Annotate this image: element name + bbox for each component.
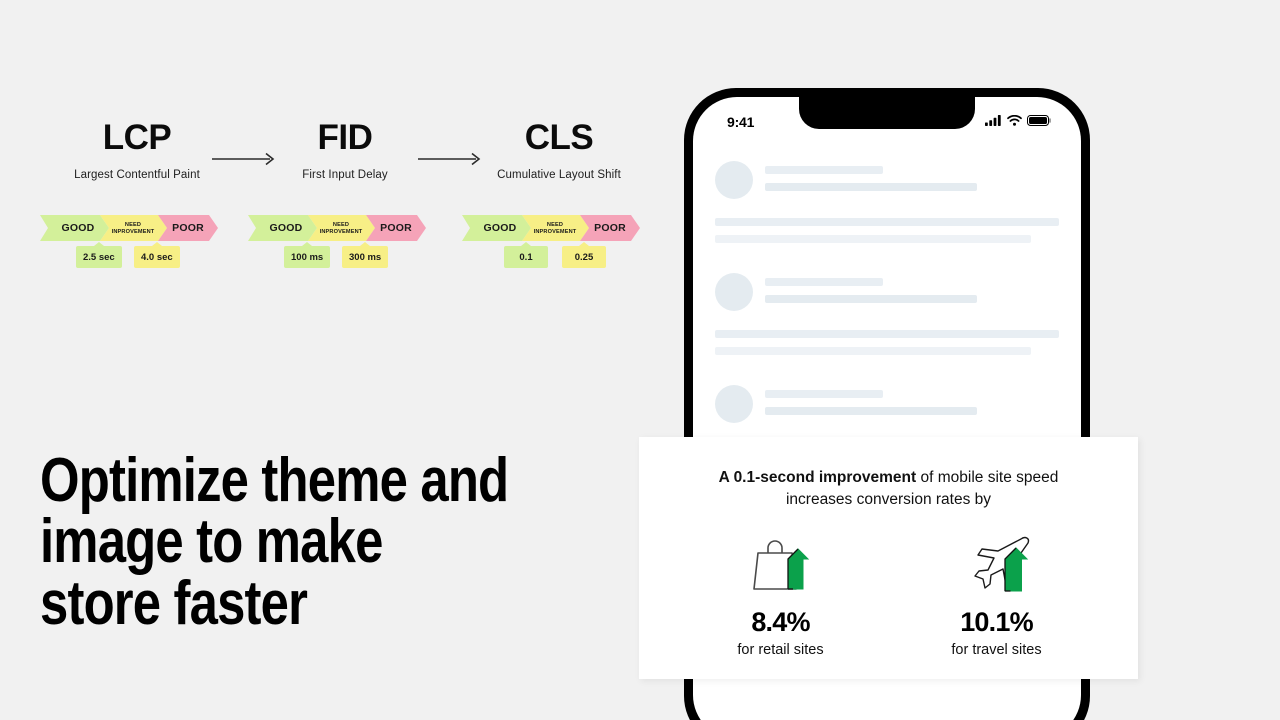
slide-canvas: LCP Largest Contentful Paint FID First I… bbox=[0, 0, 1280, 720]
skeleton-line bbox=[765, 390, 883, 398]
cellular-signal-icon bbox=[985, 113, 1002, 131]
threshold-scale-lcp: GOOD NEED INPROVEMENT POOR 2.5 sec 4.0 s… bbox=[40, 215, 218, 268]
segment-need-improvement bbox=[100, 215, 167, 241]
metric-lcp: LCP Largest Contentful Paint bbox=[37, 120, 237, 183]
airplane-up-arrow-icon bbox=[922, 533, 1072, 595]
skeleton-line bbox=[715, 235, 1032, 243]
battery-icon bbox=[1027, 113, 1051, 131]
metric-name: First Input Delay bbox=[302, 169, 388, 181]
metric-abbr: CLS bbox=[524, 118, 594, 157]
skeleton-head-lines bbox=[765, 273, 1059, 312]
phone-status-bar: 9:41 bbox=[693, 97, 1081, 141]
skeleton-line bbox=[765, 278, 883, 286]
segment-need-improvement bbox=[522, 215, 589, 241]
skeleton-post bbox=[715, 149, 1059, 243]
threshold-scale-fid: GOOD NEED INPROVEMENT POOR 100 ms 300 ms bbox=[248, 215, 426, 268]
skeleton-post-body bbox=[715, 206, 1059, 243]
card-headline-line2: increases conversion rates by bbox=[785, 491, 992, 508]
metric-abbr: LCP bbox=[102, 118, 172, 157]
threshold-chip-good: 0.1 bbox=[504, 246, 548, 268]
metric-name: Cumulative Layout Shift bbox=[497, 169, 621, 181]
skeleton-line bbox=[715, 347, 1032, 355]
threshold-chip-good: 100 ms bbox=[284, 246, 331, 268]
card-headline-rest: of mobile site speed bbox=[916, 469, 1059, 486]
stat-label: for retail sites bbox=[737, 642, 824, 658]
stat-travel: 10.1% for travel sites bbox=[922, 533, 1072, 658]
avatar-placeholder bbox=[715, 273, 753, 311]
metric-name: Largest Contentful Paint bbox=[74, 169, 200, 181]
threshold-chip-good: 2.5 sec bbox=[76, 246, 122, 268]
skeleton-post-body bbox=[715, 318, 1059, 355]
segment-good bbox=[462, 215, 531, 241]
skeleton-post-header bbox=[715, 149, 1059, 206]
skeleton-post bbox=[715, 261, 1059, 355]
metric-abbr: FID bbox=[317, 118, 373, 157]
avatar-placeholder bbox=[715, 385, 753, 423]
stat-label: for travel sites bbox=[951, 642, 1042, 658]
segment-poor bbox=[366, 215, 426, 241]
segment-poor bbox=[158, 215, 218, 241]
threshold-chip-need-improvement: 300 ms bbox=[342, 246, 389, 268]
skeleton-line bbox=[765, 166, 883, 174]
skeleton-line bbox=[765, 295, 977, 303]
stat-value: 10.1% bbox=[960, 607, 1033, 637]
segment-good bbox=[248, 215, 317, 241]
metric-cls: CLS Cumulative Layout Shift bbox=[459, 120, 659, 183]
skeleton-head-lines bbox=[765, 385, 1059, 424]
avatar-placeholder bbox=[715, 161, 753, 199]
threshold-scale-cls: GOOD NEED INPROVEMENT POOR 0.1 0.25 bbox=[462, 215, 640, 268]
stat-retail: 8.4% for retail sites bbox=[706, 533, 856, 658]
threshold-chip-need-improvement: 0.25 bbox=[562, 246, 606, 268]
skeleton-head-lines bbox=[765, 161, 1059, 200]
skeleton-post-header bbox=[715, 261, 1059, 318]
status-bar-time: 9:41 bbox=[727, 114, 755, 130]
threshold-chip-need-improvement: 4.0 sec bbox=[134, 246, 180, 268]
skeleton-post-header bbox=[715, 373, 1059, 430]
skeleton-line bbox=[765, 407, 977, 415]
page-title: Optimize theme and image to make store f… bbox=[40, 446, 509, 638]
core-web-vitals-diagram: LCP Largest Contentful Paint FID First I… bbox=[0, 120, 680, 290]
wifi-icon bbox=[1007, 113, 1022, 131]
skeleton-line bbox=[715, 218, 1059, 226]
status-bar-icons bbox=[985, 113, 1051, 131]
card-headline-bold: A 0.1-second improvement bbox=[718, 469, 917, 486]
segment-poor bbox=[580, 215, 640, 241]
shopping-bag-up-arrow-icon bbox=[706, 533, 856, 595]
skeleton-line bbox=[765, 183, 977, 191]
segment-need-improvement bbox=[308, 215, 375, 241]
stat-value: 8.4% bbox=[751, 607, 810, 637]
metric-fid: FID First Input Delay bbox=[245, 120, 445, 183]
skeleton-line bbox=[715, 330, 1059, 338]
conversion-stat-card: A 0.1-second improvement of mobile site … bbox=[639, 437, 1138, 679]
card-headline: A 0.1-second improvement of mobile site … bbox=[639, 437, 1138, 511]
segment-good bbox=[40, 215, 109, 241]
stat-list: 8.4% for retail sites 10.1% for travel s… bbox=[639, 533, 1138, 658]
